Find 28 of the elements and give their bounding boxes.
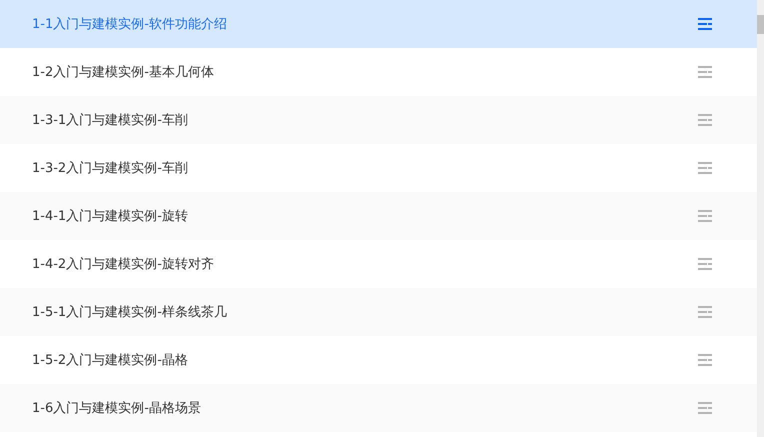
- lesson-title: 1-3-2入门与建模实例-车削: [32, 160, 188, 177]
- lesson-title: 1-4-2入门与建模实例-旋转对齐: [32, 256, 214, 273]
- lesson-title: 1-5-2入门与建模实例-晶格: [32, 352, 188, 369]
- scrollbar[interactable]: [757, 0, 764, 437]
- lesson-title: 1-2入门与建模实例-基本几何体: [32, 64, 214, 81]
- list-icon: [698, 210, 713, 222]
- lesson-title: 1-1入门与建模实例-软件功能介绍: [32, 16, 227, 33]
- list-icon: [698, 354, 713, 366]
- lesson-title: 1-4-1入门与建模实例-旋转: [32, 208, 188, 225]
- list-icon: [698, 306, 713, 318]
- list-icon: [698, 402, 713, 414]
- lesson-title: 1-3-1入门与建模实例-车削: [32, 112, 188, 129]
- lesson-item[interactable]: 1-3-2入门与建模实例-车削: [0, 144, 757, 192]
- lesson-item[interactable]: 1-5-1入门与建模实例-样条线茶几: [0, 288, 757, 336]
- lesson-item[interactable]: 1-4-1入门与建模实例-旋转: [0, 192, 757, 240]
- list-icon: [698, 258, 713, 270]
- lesson-item[interactable]: 1-6入门与建模实例-晶格场景: [0, 384, 757, 432]
- lesson-item[interactable]: 1-3-1入门与建模实例-车削: [0, 96, 757, 144]
- list-icon: [698, 18, 713, 30]
- list-icon: [698, 66, 713, 78]
- lesson-item[interactable]: 1-4-2入门与建模实例-旋转对齐: [0, 240, 757, 288]
- lesson-item[interactable]: 1-5-2入门与建模实例-晶格: [0, 336, 757, 384]
- lesson-item[interactable]: 1-1入门与建模实例-软件功能介绍: [0, 0, 757, 48]
- lesson-item[interactable]: 1-2入门与建模实例-基本几何体: [0, 48, 757, 96]
- lesson-title: 1-6入门与建模实例-晶格场景: [32, 400, 201, 417]
- list-icon: [698, 162, 713, 174]
- list-icon: [698, 114, 713, 126]
- lesson-title: 1-5-1入门与建模实例-样条线茶几: [32, 304, 227, 321]
